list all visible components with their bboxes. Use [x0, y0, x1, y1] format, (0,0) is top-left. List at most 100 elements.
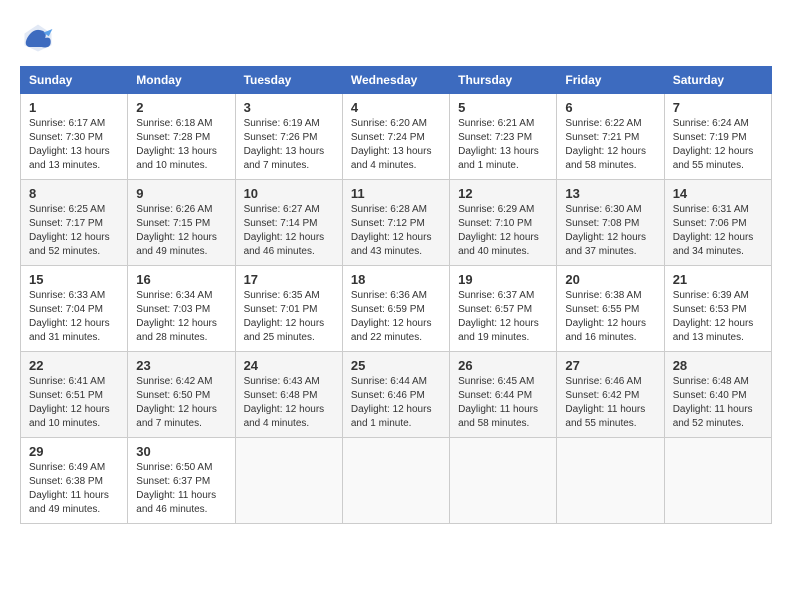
day-info: Sunrise: 6:22 AM Sunset: 7:21 PM Dayligh…	[565, 117, 655, 173]
day-number: 23	[136, 358, 226, 373]
day-number: 7	[673, 100, 763, 115]
day-info: Sunrise: 6:18 AM Sunset: 7:28 PM Dayligh…	[136, 117, 226, 173]
day-number: 9	[136, 186, 226, 201]
day-info: Sunrise: 6:21 AM Sunset: 7:23 PM Dayligh…	[458, 117, 548, 173]
day-info: Sunrise: 6:36 AM Sunset: 6:59 PM Dayligh…	[351, 289, 441, 345]
calendar-cell: 13Sunrise: 6:30 AM Sunset: 7:08 PM Dayli…	[557, 180, 664, 266]
calendar-header-row: SundayMondayTuesdayWednesdayThursdayFrid…	[21, 67, 772, 94]
day-info: Sunrise: 6:46 AM Sunset: 6:42 PM Dayligh…	[565, 375, 655, 431]
calendar-cell: 22 Sunrise: 6:41 AM Sunset: 6:51 PM Dayli…	[21, 352, 128, 438]
day-number: 22	[29, 358, 119, 373]
weekday-header-tuesday: Tuesday	[235, 67, 342, 94]
day-info: Sunrise: 6:44 AM Sunset: 6:46 PM Dayligh…	[351, 375, 441, 431]
calendar-cell: 8 Sunrise: 6:25 AM Sunset: 7:17 PM Daylig…	[21, 180, 128, 266]
day-number: 11	[351, 186, 441, 201]
day-info: Sunrise: 6:48 AM Sunset: 6:40 PM Dayligh…	[673, 375, 763, 431]
day-number: 21	[673, 272, 763, 287]
day-number: 29	[29, 444, 119, 459]
day-info: Sunrise: 6:35 AM Sunset: 7:01 PM Dayligh…	[244, 289, 334, 345]
calendar-cell: 6 Sunrise: 6:22 AM Sunset: 7:21 PM Daylig…	[557, 94, 664, 180]
calendar-cell: 28 Sunrise: 6:48 AM Sunset: 6:40 PM Dayli…	[664, 352, 771, 438]
calendar-week-4: 22 Sunrise: 6:41 AM Sunset: 6:51 PM Dayli…	[21, 352, 772, 438]
day-info: Sunrise: 6:41 AM Sunset: 6:51 PM Dayligh…	[29, 375, 119, 431]
day-number: 17	[244, 272, 334, 287]
day-number: 5	[458, 100, 548, 115]
day-number: 8	[29, 186, 119, 201]
day-number: 12	[458, 186, 548, 201]
calendar-cell: 23 Sunrise: 6:42 AM Sunset: 6:50 PM Dayli…	[128, 352, 235, 438]
day-info: Sunrise: 6:29 AM Sunset: 7:10 PM Dayligh…	[458, 203, 548, 259]
day-info: Sunrise: 6:45 AM Sunset: 6:44 PM Dayligh…	[458, 375, 548, 431]
day-info: Sunrise: 6:37 AM Sunset: 6:57 PM Dayligh…	[458, 289, 548, 345]
calendar-cell: 17 Sunrise: 6:35 AM Sunset: 7:01 PM Dayli…	[235, 266, 342, 352]
day-info: Sunrise: 6:33 AM Sunset: 7:04 PM Dayligh…	[29, 289, 119, 345]
calendar-cell: 14Sunrise: 6:31 AM Sunset: 7:06 PM Dayli…	[664, 180, 771, 266]
day-info: Sunrise: 6:26 AM Sunset: 7:15 PM Dayligh…	[136, 203, 226, 259]
page-header	[20, 20, 772, 56]
calendar-cell: 25Sunrise: 6:44 AM Sunset: 6:46 PM Dayli…	[342, 352, 449, 438]
day-number: 19	[458, 272, 548, 287]
logo-icon	[20, 20, 56, 56]
day-info: Sunrise: 6:17 AM Sunset: 7:30 PM Dayligh…	[29, 117, 119, 173]
weekday-header-thursday: Thursday	[450, 67, 557, 94]
day-info: Sunrise: 6:43 AM Sunset: 6:48 PM Dayligh…	[244, 375, 334, 431]
calendar-cell: 20 Sunrise: 6:38 AM Sunset: 6:55 PM Dayli…	[557, 266, 664, 352]
weekday-header-sunday: Sunday	[21, 67, 128, 94]
calendar-cell: 7 Sunrise: 6:24 AM Sunset: 7:19 PM Daylig…	[664, 94, 771, 180]
calendar-cell: 15 Sunrise: 6:33 AM Sunset: 7:04 PM Dayli…	[21, 266, 128, 352]
day-number: 30	[136, 444, 226, 459]
calendar-cell: 21 Sunrise: 6:39 AM Sunset: 6:53 PM Dayli…	[664, 266, 771, 352]
calendar-week-3: 15 Sunrise: 6:33 AM Sunset: 7:04 PM Dayli…	[21, 266, 772, 352]
day-number: 20	[565, 272, 655, 287]
day-number: 13	[565, 186, 655, 201]
day-number: 18	[351, 272, 441, 287]
day-info: Sunrise: 6:34 AM Sunset: 7:03 PM Dayligh…	[136, 289, 226, 345]
calendar-cell: 19 Sunrise: 6:37 AM Sunset: 6:57 PM Dayli…	[450, 266, 557, 352]
calendar-cell: 26 Sunrise: 6:45 AM Sunset: 6:44 PM Dayli…	[450, 352, 557, 438]
day-info: Sunrise: 6:27 AM Sunset: 7:14 PM Dayligh…	[244, 203, 334, 259]
calendar-cell: 30 Sunrise: 6:50 AM Sunset: 6:37 PM Dayli…	[128, 438, 235, 524]
calendar-cell: 3Sunrise: 6:19 AM Sunset: 7:26 PM Daylig…	[235, 94, 342, 180]
weekday-header-wednesday: Wednesday	[342, 67, 449, 94]
calendar-cell: 18 Sunrise: 6:36 AM Sunset: 6:59 PM Dayli…	[342, 266, 449, 352]
day-info: Sunrise: 6:24 AM Sunset: 7:19 PM Dayligh…	[673, 117, 763, 173]
calendar-table: SundayMondayTuesdayWednesdayThursdayFrid…	[20, 66, 772, 524]
calendar-cell	[557, 438, 664, 524]
calendar-week-1: 1Sunrise: 6:17 AM Sunset: 7:30 PM Daylig…	[21, 94, 772, 180]
day-number: 16	[136, 272, 226, 287]
calendar-cell: 12 Sunrise: 6:29 AM Sunset: 7:10 PM Dayli…	[450, 180, 557, 266]
logo	[20, 20, 60, 56]
calendar-week-5: 29 Sunrise: 6:49 AM Sunset: 6:38 PM Dayli…	[21, 438, 772, 524]
calendar-cell: 4 Sunrise: 6:20 AM Sunset: 7:24 PM Daylig…	[342, 94, 449, 180]
calendar-cell: 27 Sunrise: 6:46 AM Sunset: 6:42 PM Dayli…	[557, 352, 664, 438]
day-number: 27	[565, 358, 655, 373]
day-number: 26	[458, 358, 548, 373]
day-info: Sunrise: 6:28 AM Sunset: 7:12 PM Dayligh…	[351, 203, 441, 259]
calendar-cell: 5 Sunrise: 6:21 AM Sunset: 7:23 PM Daylig…	[450, 94, 557, 180]
calendar-cell: 1Sunrise: 6:17 AM Sunset: 7:30 PM Daylig…	[21, 94, 128, 180]
day-number: 10	[244, 186, 334, 201]
day-info: Sunrise: 6:42 AM Sunset: 6:50 PM Dayligh…	[136, 375, 226, 431]
calendar-week-2: 8 Sunrise: 6:25 AM Sunset: 7:17 PM Daylig…	[21, 180, 772, 266]
calendar-cell: 24Sunrise: 6:43 AM Sunset: 6:48 PM Dayli…	[235, 352, 342, 438]
day-info: Sunrise: 6:25 AM Sunset: 7:17 PM Dayligh…	[29, 203, 119, 259]
weekday-header-friday: Friday	[557, 67, 664, 94]
day-info: Sunrise: 6:38 AM Sunset: 6:55 PM Dayligh…	[565, 289, 655, 345]
day-number: 28	[673, 358, 763, 373]
calendar-cell	[342, 438, 449, 524]
calendar-cell: 16 Sunrise: 6:34 AM Sunset: 7:03 PM Dayli…	[128, 266, 235, 352]
day-info: Sunrise: 6:20 AM Sunset: 7:24 PM Dayligh…	[351, 117, 441, 173]
calendar-cell	[450, 438, 557, 524]
calendar-cell: 2 Sunrise: 6:18 AM Sunset: 7:28 PM Daylig…	[128, 94, 235, 180]
day-number: 3	[244, 100, 334, 115]
day-info: Sunrise: 6:39 AM Sunset: 6:53 PM Dayligh…	[673, 289, 763, 345]
calendar-cell: 29 Sunrise: 6:49 AM Sunset: 6:38 PM Dayli…	[21, 438, 128, 524]
day-number: 6	[565, 100, 655, 115]
day-info: Sunrise: 6:31 AM Sunset: 7:06 PM Dayligh…	[673, 203, 763, 259]
day-info: Sunrise: 6:49 AM Sunset: 6:38 PM Dayligh…	[29, 461, 119, 517]
calendar-cell	[235, 438, 342, 524]
day-info: Sunrise: 6:50 AM Sunset: 6:37 PM Dayligh…	[136, 461, 226, 517]
day-number: 4	[351, 100, 441, 115]
day-number: 2	[136, 100, 226, 115]
day-number: 15	[29, 272, 119, 287]
